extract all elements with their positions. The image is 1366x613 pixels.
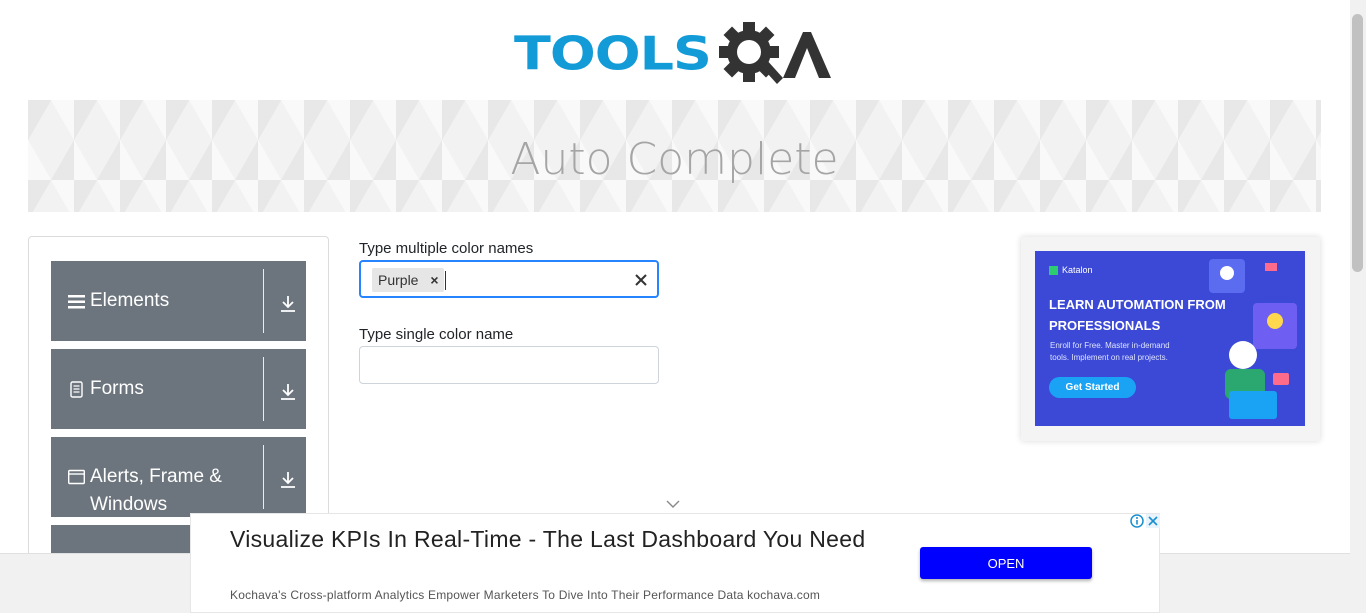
chevron-down-icon[interactable] xyxy=(666,499,680,509)
sidebar-group-elements[interactable]: Elements xyxy=(51,261,306,341)
ad-subtext: Enroll for Free. Master in-demand tools.… xyxy=(1050,341,1170,362)
ad-illustration xyxy=(1209,259,1297,419)
toolsqa-logo[interactable]: TOOLS xyxy=(514,16,838,92)
logo-tools-text: TOOLS xyxy=(514,26,712,81)
sidebar-group-label: Forms xyxy=(90,378,144,399)
sidebar-group-label: Alerts, Frame & Windows xyxy=(90,466,222,515)
multi-color-input[interactable]: Purple × xyxy=(359,260,659,298)
ad-bottom-headline[interactable]: Visualize KPIs In Real-Time - The Last D… xyxy=(230,524,870,555)
bottom-advertisement[interactable]: Visualize KPIs In Real-Time - The Last D… xyxy=(190,513,1160,613)
gear-magnifier-icon xyxy=(718,22,783,84)
close-icon[interactable] xyxy=(1146,514,1160,528)
info-icon[interactable] xyxy=(1130,514,1144,528)
download-arrow-icon[interactable] xyxy=(279,295,297,313)
ad-brand: Katalon xyxy=(1049,265,1093,275)
page-title: Auto Complete xyxy=(510,133,839,185)
vertical-scrollbar[interactable] xyxy=(1350,0,1366,613)
page: TOOLS Auto Complete Elements Forms Alert… xyxy=(0,0,1366,613)
scrollbar-thumb[interactable] xyxy=(1352,14,1363,272)
text-caret xyxy=(445,271,446,290)
katalon-ad-card[interactable]: Katalon LEARN AUTOMATION FROM PROFESSION… xyxy=(1035,251,1305,426)
divider xyxy=(263,445,264,509)
color-chip: Purple × xyxy=(372,268,445,292)
download-arrow-icon[interactable] xyxy=(279,383,297,401)
document-icon xyxy=(70,381,83,398)
logo-a-letter xyxy=(782,32,831,78)
clear-icon[interactable] xyxy=(632,271,650,289)
chip-remove-icon[interactable]: × xyxy=(424,268,444,292)
page-banner: Auto Complete xyxy=(28,100,1321,212)
single-color-label: Type single color name xyxy=(359,326,514,343)
download-arrow-icon[interactable] xyxy=(279,471,297,489)
ad-bottom-description: Kochava's Cross-platform Analytics Empow… xyxy=(230,588,821,602)
sidebar-group-forms[interactable]: Forms xyxy=(51,349,306,429)
right-advertisement[interactable]: Katalon LEARN AUTOMATION FROM PROFESSION… xyxy=(1021,237,1320,441)
ad-get-started-button[interactable]: Get Started xyxy=(1049,377,1136,398)
divider xyxy=(263,269,264,333)
chip-label: Purple xyxy=(378,272,419,288)
window-icon xyxy=(68,469,85,485)
sidebar-group-alerts[interactable]: Alerts, Frame & Windows xyxy=(51,437,306,517)
ad-open-button[interactable]: OPEN xyxy=(920,547,1092,579)
multi-color-label: Type multiple color names xyxy=(359,240,534,257)
ad-brand-name: Katalon xyxy=(1062,265,1093,275)
single-color-input[interactable] xyxy=(359,346,659,384)
menu-icon xyxy=(68,295,85,309)
sidebar-group-label: Elements xyxy=(90,290,170,311)
katalon-logo-icon xyxy=(1049,265,1058,275)
adchoices[interactable] xyxy=(1130,514,1160,528)
divider xyxy=(263,357,264,421)
